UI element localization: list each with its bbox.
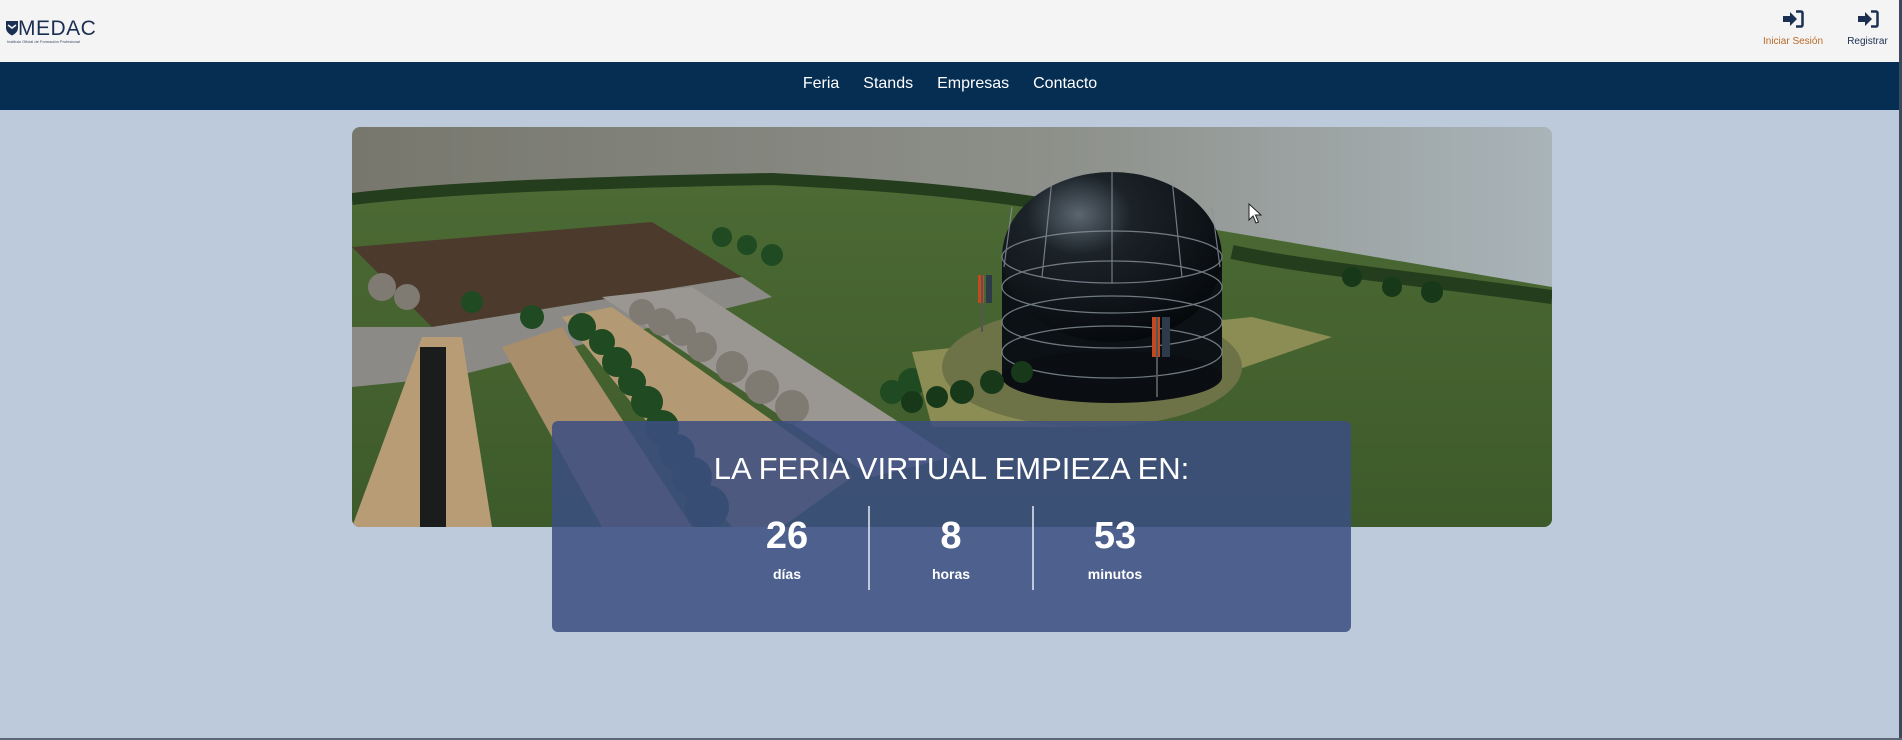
countdown-divider: [868, 506, 870, 590]
nav-item-contacto[interactable]: Contacto: [1033, 75, 1097, 93]
hours-label: horas: [931, 566, 971, 582]
hours-value: 8: [940, 515, 962, 557]
countdown-minutes: 53 minutos: [1055, 514, 1175, 582]
register-label: Registrar: [1847, 36, 1888, 47]
minutes-label: minutos: [1087, 566, 1143, 582]
brand-name: MEDAC: [18, 17, 97, 40]
countdown-title: LA FERIA VIRTUAL EMPIEZA EN:: [713, 451, 1190, 486]
shield-logo-icon: [6, 21, 18, 36]
login-button[interactable]: Iniciar Sesión: [1755, 10, 1831, 56]
register-button[interactable]: Registrar: [1840, 10, 1895, 56]
days-label: días: [772, 566, 801, 582]
sign-in-icon: [1857, 10, 1879, 28]
countdown-panel: LA FERIA VIRTUAL EMPIEZA EN: 26 días 8 h…: [552, 421, 1351, 632]
countdown-hours: 8 horas: [891, 514, 1011, 582]
medac-logo[interactable]: MEDAC Instituto Oficial de Formación Pro…: [5, 18, 105, 46]
nav-item-feria[interactable]: Feria: [803, 75, 839, 93]
top-header: MEDAC Instituto Oficial de Formación Pro…: [0, 0, 1902, 62]
minutes-value: 53: [1093, 515, 1137, 557]
mouse-cursor-icon: [1248, 203, 1262, 224]
sign-in-icon: [1783, 10, 1804, 28]
main-nav: Feria Stands Empresas Contacto: [0, 62, 1902, 110]
countdown-divider: [1032, 506, 1034, 590]
days-value: 26: [765, 515, 809, 557]
nav-item-empresas[interactable]: Empresas: [937, 75, 1009, 93]
countdown-days: 26 días: [727, 514, 847, 582]
brand-tagline: Instituto Oficial de Formación Profesion…: [7, 39, 80, 44]
nav-item-stands[interactable]: Stands: [863, 75, 913, 93]
login-label: Iniciar Sesión: [1762, 36, 1824, 47]
